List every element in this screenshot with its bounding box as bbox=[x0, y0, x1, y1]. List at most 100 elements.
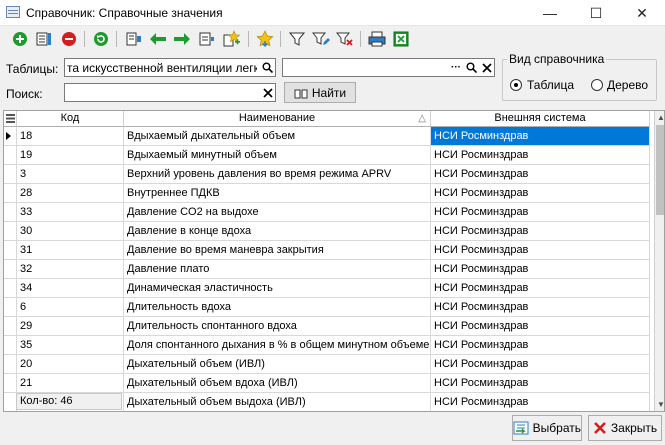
code-cell[interactable]: 33 bbox=[17, 203, 124, 222]
code-cell[interactable]: 20 bbox=[17, 355, 124, 374]
table-row[interactable]: 21 Дыхательный объем вдоха (ИВЛ) НСИ Росми… bbox=[4, 374, 650, 393]
table-row[interactable]: 33 Давление CO2 на выдохе НСИ Росминздрав bbox=[4, 203, 650, 222]
search-icon[interactable] bbox=[465, 61, 478, 74]
table-row[interactable]: 30 Давление в конце вдоха НСИ Росминздрав bbox=[4, 222, 650, 241]
name-cell[interactable]: Динамическая эластичность bbox=[124, 279, 431, 298]
code-cell[interactable]: 18 bbox=[17, 127, 124, 146]
system-cell[interactable]: НСИ Росминздрав bbox=[431, 184, 650, 203]
code-cell[interactable]: 6 bbox=[17, 298, 124, 317]
print-icon[interactable] bbox=[368, 30, 386, 48]
system-cell[interactable]: НСИ Росминздрав bbox=[431, 298, 650, 317]
system-cell[interactable]: НСИ Росминздрав bbox=[431, 203, 650, 222]
system-cell[interactable]: НСИ Росминздрав bbox=[431, 336, 650, 355]
code-cell[interactable]: 21 bbox=[17, 374, 124, 393]
name-cell[interactable]: Давление во время маневра закрытия bbox=[124, 241, 431, 260]
favorite-star-icon[interactable] bbox=[256, 30, 274, 48]
code-cell[interactable]: 28 bbox=[17, 184, 124, 203]
scroll-thumb[interactable] bbox=[656, 125, 664, 215]
system-cell[interactable]: НСИ Росминздрав bbox=[431, 317, 650, 336]
code-cell[interactable]: 3 bbox=[17, 165, 124, 184]
column-header-name[interactable]: Наименование △ bbox=[124, 111, 431, 127]
view-table-radio[interactable] bbox=[510, 79, 522, 91]
system-cell[interactable]: НСИ Росминздрав bbox=[431, 260, 650, 279]
table-row[interactable]: 29 Длительность спонтанного вдоха НСИ Росм… bbox=[4, 317, 650, 336]
code-cell[interactable]: 19 bbox=[17, 146, 124, 165]
column-header-code[interactable]: Код bbox=[17, 111, 124, 127]
delete-icon[interactable] bbox=[60, 30, 78, 48]
table-row[interactable]: 35 Доля спонтанного дыхания в % в общем м… bbox=[4, 336, 650, 355]
row-indicator-cell bbox=[4, 184, 17, 203]
add-icon[interactable] bbox=[11, 30, 29, 48]
name-cell[interactable]: Вдыхаемый минутный объем bbox=[124, 146, 431, 165]
toolbar-separator bbox=[84, 31, 85, 47]
reference-grid[interactable]: Код Наименование △ Внешняя система 18 Вды… bbox=[3, 110, 665, 412]
scroll-up-icon[interactable]: ▲ bbox=[655, 111, 664, 123]
name-cell[interactable]: Верхний уровень давления во время режима… bbox=[124, 165, 431, 184]
copy-record-icon[interactable] bbox=[125, 30, 143, 48]
filter-edit-icon[interactable] bbox=[312, 30, 330, 48]
arrow-left-icon[interactable] bbox=[149, 30, 167, 48]
table-row[interactable]: 31 Давление во время маневра закрытия НСИ … bbox=[4, 241, 650, 260]
find-button[interactable]: Найти bbox=[284, 82, 356, 103]
clear-icon[interactable] bbox=[261, 86, 274, 99]
system-cell[interactable]: НСИ Росминздрав bbox=[431, 393, 650, 411]
name-cell[interactable]: Внутреннее ПДКВ bbox=[124, 184, 431, 203]
code-cell[interactable]: 34 bbox=[17, 279, 124, 298]
name-cell[interactable]: Длительность вдоха bbox=[124, 298, 431, 317]
column-header-system[interactable]: Внешняя система bbox=[431, 111, 650, 127]
maximize-button[interactable]: ☐ bbox=[573, 0, 619, 26]
name-cell[interactable]: Длительность спонтанного вдоха bbox=[124, 317, 431, 336]
code-cell[interactable]: 32 bbox=[17, 260, 124, 279]
system-cell[interactable]: НСИ Росминздрав bbox=[431, 222, 650, 241]
table-row[interactable]: 18 Вдыхаемый дыхательный объем НСИ Росминз… bbox=[4, 127, 650, 146]
edit-record-icon[interactable] bbox=[35, 30, 53, 48]
view-tree-radio[interactable] bbox=[591, 79, 603, 91]
name-cell[interactable]: Давление CO2 на выдохе bbox=[124, 203, 431, 222]
table-row[interactable]: 19 Вдыхаемый минутный объем НСИ Росминздра… bbox=[4, 146, 650, 165]
code-cell[interactable]: 30 bbox=[17, 222, 124, 241]
table-row[interactable]: 20 Дыхательный объем (ИВЛ) НСИ Росминздрав bbox=[4, 355, 650, 374]
excel-export-icon[interactable] bbox=[392, 30, 410, 48]
close-window-button[interactable]: ✕ bbox=[619, 0, 665, 26]
vertical-scrollbar[interactable]: ▲ ▼ bbox=[654, 111, 664, 411]
system-cell[interactable]: НСИ Росминздрав bbox=[431, 355, 650, 374]
filter-icon[interactable] bbox=[288, 30, 306, 48]
scroll-down-icon[interactable]: ▼ bbox=[655, 398, 664, 410]
code-cell[interactable]: 29 bbox=[17, 317, 124, 336]
code-cell[interactable]: 31 bbox=[17, 241, 124, 260]
name-cell[interactable]: Давление в конце вдоха bbox=[124, 222, 431, 241]
arrow-right-icon[interactable] bbox=[173, 30, 191, 48]
system-cell[interactable]: НСИ Росминздрав bbox=[431, 241, 650, 260]
name-cell[interactable]: Дыхательный объем выдоха (ИВЛ) bbox=[124, 393, 431, 411]
form-icon[interactable] bbox=[198, 30, 216, 48]
refresh-icon[interactable] bbox=[92, 30, 110, 48]
table-row[interactable]: 3 Верхний уровень давления во время режим… bbox=[4, 165, 650, 184]
table-row[interactable]: 32 Давление плато НСИ Росминздрав bbox=[4, 260, 650, 279]
tables-field[interactable]: та искусственной вентиляции легких bbox=[64, 58, 276, 77]
table-row[interactable]: 6 Длительность вдоха НСИ Росминздрав bbox=[4, 298, 650, 317]
system-cell[interactable]: НСИ Росминздрав bbox=[431, 146, 650, 165]
table-row[interactable]: 34 Динамическая эластичность НСИ Росминздр… bbox=[4, 279, 650, 298]
add-child-icon[interactable] bbox=[223, 30, 241, 48]
close-button[interactable]: Закрыть bbox=[588, 415, 662, 441]
name-cell[interactable]: Вдыхаемый дыхательный объем bbox=[124, 127, 431, 146]
table-row[interactable]: 28 Внутреннее ПДКВ НСИ Росминздрав bbox=[4, 184, 650, 203]
name-cell[interactable]: Дыхательный объем вдоха (ИВЛ) bbox=[124, 374, 431, 393]
name-cell[interactable]: Дыхательный объем (ИВЛ) bbox=[124, 355, 431, 374]
name-cell[interactable]: Доля спонтанного дыхания в % в общем мин… bbox=[124, 336, 431, 355]
system-cell[interactable]: НСИ Росминздрав bbox=[431, 374, 650, 393]
grid-menu-icon[interactable] bbox=[4, 111, 17, 127]
name-cell[interactable]: Давление плато bbox=[124, 260, 431, 279]
system-cell[interactable]: НСИ Росминздрав bbox=[431, 127, 650, 146]
system-cell[interactable]: НСИ Росминздрав bbox=[431, 165, 650, 184]
extra-lookup-field[interactable]: ··· bbox=[282, 58, 495, 77]
search-input[interactable] bbox=[64, 83, 276, 102]
system-cell[interactable]: НСИ Росминздрав bbox=[431, 279, 650, 298]
minimize-button[interactable]: — bbox=[527, 0, 573, 26]
code-cell[interactable]: 35 bbox=[17, 336, 124, 355]
search-icon[interactable] bbox=[261, 61, 274, 74]
ellipsis-icon[interactable]: ··· bbox=[449, 61, 463, 74]
filter-clear-icon[interactable] bbox=[336, 30, 354, 48]
select-button[interactable]: Выбрать bbox=[512, 415, 582, 441]
clear-icon[interactable] bbox=[480, 61, 493, 74]
